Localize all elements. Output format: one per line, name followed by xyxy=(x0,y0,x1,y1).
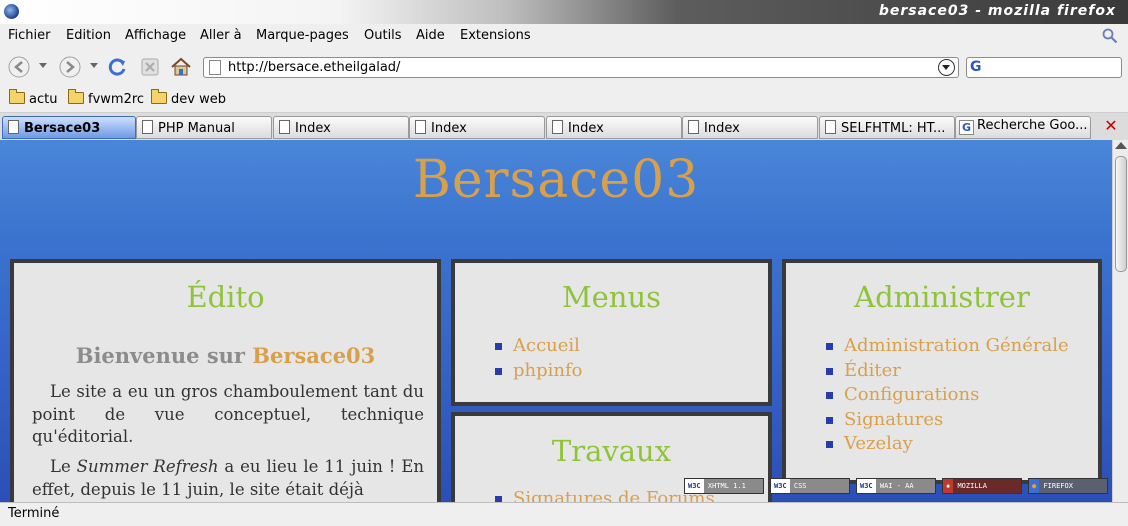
home-icon[interactable] xyxy=(170,56,192,78)
link-phpinfo[interactable]: phpinfo xyxy=(495,359,583,384)
menu-marque-pages[interactable]: Marque-pages xyxy=(256,28,349,43)
tab-index-3[interactable]: Index xyxy=(546,116,682,139)
page-content: Bersace03 Édito Bienvenue sur Bersace03 … xyxy=(0,140,1112,502)
xhtml-badge[interactable]: W3C XHTML 1.1 xyxy=(684,478,764,494)
bookmark-fvwm2rc[interactable]: fvwm2rc xyxy=(68,89,144,107)
status-bar: Terminé xyxy=(0,502,1128,526)
vertical-scrollbar[interactable] xyxy=(1112,140,1128,502)
page-icon xyxy=(552,120,563,134)
administrer-list: Administration Générale Éditer Configura… xyxy=(826,334,1069,457)
tab-selfhtml[interactable]: SELFHTML: HT... xyxy=(819,116,955,139)
menus-heading: Menus xyxy=(561,280,662,314)
menubar: Fichier Edition Affichage Aller à Marque… xyxy=(0,24,1128,48)
bookmark-dev-web[interactable]: dev web xyxy=(151,89,226,107)
google-icon[interactable]: G xyxy=(970,59,982,75)
close-tab-icon[interactable]: ✕ xyxy=(1102,117,1120,135)
link-administration-generale[interactable]: Administration Générale xyxy=(826,334,1069,359)
reload-icon[interactable] xyxy=(106,56,128,78)
menus-list: Accueil phpinfo xyxy=(495,334,583,383)
throbber-icon xyxy=(1102,28,1118,44)
menu-edition[interactable]: Edition xyxy=(66,28,111,43)
menu-affichage[interactable]: Affichage xyxy=(125,28,186,43)
window-titlebar[interactable]: Bersace03 - Mozilla Firefox xyxy=(0,0,1128,24)
firefox-icon: ● xyxy=(1029,479,1040,493)
bookmarks-toolbar: actu fvwm2rc dev web xyxy=(0,86,1128,113)
site-title: Bersace03 xyxy=(412,150,700,210)
link-signatures[interactable]: Signatures xyxy=(826,408,1069,433)
travaux-heading: Travaux xyxy=(551,434,672,468)
firefox-badge[interactable]: ● FIREFOX xyxy=(1028,478,1108,494)
page-icon xyxy=(415,120,426,134)
menus-panel: Menus Accueil phpinfo xyxy=(451,259,772,406)
bookmark-actu[interactable]: actu xyxy=(9,89,57,107)
link-vezelay[interactable]: Vezelay xyxy=(826,432,1069,457)
page-icon xyxy=(688,120,699,134)
tab-recherche-google[interactable]: G Recherche Goo... xyxy=(955,116,1091,139)
mozilla-badge[interactable]: ✹ MOZILLA xyxy=(942,478,1022,494)
url-bar[interactable] xyxy=(203,57,959,78)
url-dropdown-icon[interactable] xyxy=(938,59,955,76)
tab-index-2[interactable]: Index xyxy=(409,116,545,139)
stop-icon[interactable] xyxy=(139,56,161,78)
link-signatures-de-forums[interactable]: Signatures de Forums xyxy=(495,487,715,502)
css-badge[interactable]: W3C CSS xyxy=(770,478,850,494)
menu-aller-a[interactable]: Aller à xyxy=(200,28,242,43)
menu-extensions[interactable]: Extensions xyxy=(460,28,531,43)
mozilla-icon: ✹ xyxy=(943,479,954,493)
wai-badge[interactable]: W3C WAI - AA xyxy=(856,478,936,494)
back-icon[interactable] xyxy=(8,56,30,78)
edito-paragraph-2: Le Summer Refresh a eu lieu le 11 juin !… xyxy=(32,457,424,499)
folder-icon xyxy=(68,89,84,104)
menu-fichier[interactable]: Fichier xyxy=(8,28,51,43)
firefox-icon[interactable] xyxy=(4,4,19,19)
url-input[interactable] xyxy=(228,58,928,77)
folder-icon xyxy=(151,89,167,104)
travaux-list: Signatures de Forums xyxy=(495,487,715,502)
link-configurations[interactable]: Configurations xyxy=(826,383,1069,408)
edito-heading: Édito xyxy=(186,280,265,314)
link-editer[interactable]: Éditer xyxy=(826,359,1069,384)
page-icon xyxy=(8,120,19,134)
edito-panel: Édito Bienvenue sur Bersace03 Le site a … xyxy=(10,259,441,502)
tab-bersace03[interactable]: Bersace03 xyxy=(2,116,136,139)
navigation-toolbar: G xyxy=(0,48,1128,86)
administrer-panel: Administrer Administration Générale Édit… xyxy=(782,259,1102,484)
administrer-heading: Administrer xyxy=(854,280,1030,314)
google-icon: G xyxy=(959,120,974,135)
menu-aide[interactable]: Aide xyxy=(416,28,445,43)
edito-paragraph-1: Le site a eu un gros chamboulement tant … xyxy=(32,382,424,446)
scrollbar-thumb[interactable] xyxy=(1115,156,1127,272)
scroll-up-icon[interactable] xyxy=(1115,142,1127,149)
menu-outils[interactable]: Outils xyxy=(364,28,402,43)
window-title: Bersace03 - Mozilla Firefox xyxy=(878,3,1116,19)
forward-dropdown-icon[interactable] xyxy=(90,63,98,68)
link-accueil[interactable]: Accueil xyxy=(495,334,583,359)
tab-index-1[interactable]: Index xyxy=(273,116,409,139)
page-icon xyxy=(825,120,836,134)
back-dropdown-icon[interactable] xyxy=(39,63,47,68)
welcome-heading: Bienvenue sur Bersace03 xyxy=(75,343,376,368)
tab-php-manual[interactable]: PHP Manual xyxy=(136,116,272,139)
tab-bar: Bersace03 PHP Manual Index Index Index I… xyxy=(0,113,1128,140)
search-box[interactable]: G xyxy=(966,57,1122,78)
tab-index-4[interactable]: Index xyxy=(682,116,818,139)
status-text: Terminé xyxy=(8,506,60,521)
forward-icon[interactable] xyxy=(59,56,81,78)
page-icon xyxy=(209,60,221,75)
page-icon xyxy=(279,120,290,134)
page-icon xyxy=(142,120,153,134)
folder-icon xyxy=(9,89,25,104)
